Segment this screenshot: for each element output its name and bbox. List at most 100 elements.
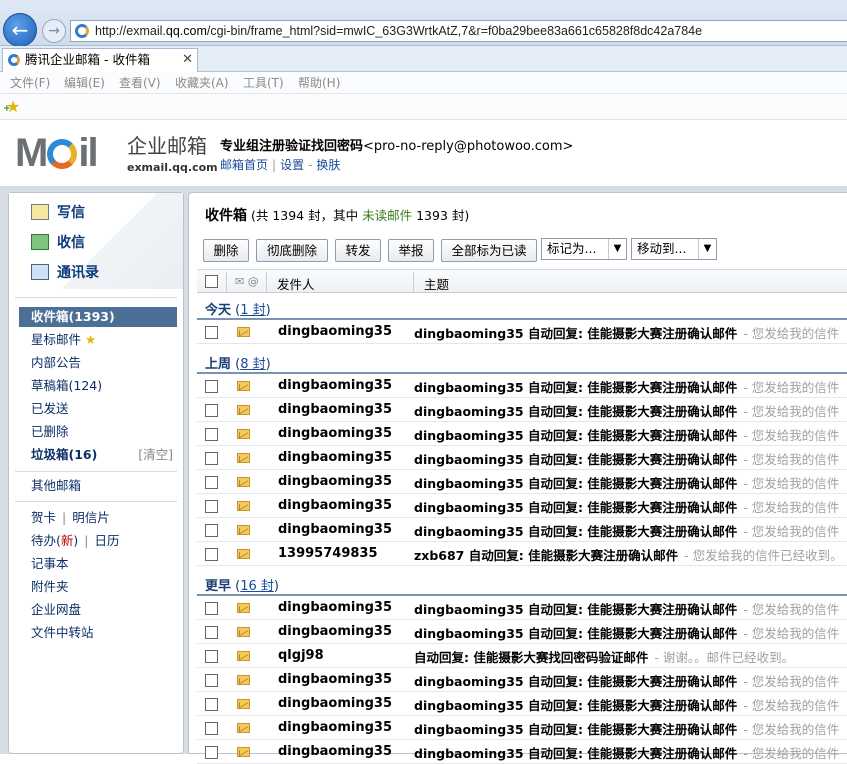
folder-other-mailboxes[interactable]: 其他邮箱 <box>19 476 177 496</box>
mail-sender[interactable]: 13995749835 <box>278 546 378 561</box>
link-skin[interactable]: 换肤 <box>316 158 340 172</box>
forward-mail-button[interactable]: 转发 <box>335 239 381 262</box>
menu-help[interactable]: 帮助(H) <box>298 74 340 91</box>
group-count[interactable]: 16 封 <box>240 579 274 594</box>
forward-button[interactable]: → <box>42 19 66 43</box>
folder-deleted[interactable]: 已删除 <box>19 422 177 442</box>
menu-file[interactable]: 文件(F) <box>10 74 50 91</box>
mail-row[interactable]: dingbaoming35 dingbaoming35 自动回复: 佳能摄影大赛注… <box>197 374 847 398</box>
mail-sender[interactable]: dingbaoming35 <box>278 324 392 339</box>
mail-row[interactable]: dingbaoming35 dingbaoming35 自动回复: 佳能摄影大赛注… <box>197 668 847 692</box>
folder-starred[interactable]: 星标邮件 ★ <box>19 330 177 350</box>
row-checkbox[interactable] <box>205 326 218 339</box>
mail-subject[interactable]: dingbaoming35 自动回复: 佳能摄影大赛注册确认邮件 - 您发给我的信… <box>414 599 839 618</box>
mail-sender[interactable]: dingbaoming35 <box>278 672 392 687</box>
row-checkbox[interactable] <box>205 650 218 663</box>
mail-sender[interactable]: dingbaoming35 <box>278 522 392 537</box>
mail-subject[interactable]: 自动回复: 佳能摄影大赛找回密码验证邮件 - 谢谢。。邮件已经收到。 <box>414 647 794 666</box>
delete-button[interactable]: 删除 <box>203 239 249 262</box>
mail-sender[interactable]: dingbaoming35 <box>278 720 392 735</box>
row-checkbox[interactable] <box>205 626 218 639</box>
mail-subject[interactable]: dingbaoming35 自动回复: 佳能摄影大赛注册确认邮件 - 您发给我的信… <box>414 401 839 420</box>
row-checkbox[interactable] <box>205 602 218 615</box>
mail-sender[interactable]: dingbaoming35 <box>278 744 392 759</box>
link-settings[interactable]: 设置 <box>280 158 304 172</box>
menu-edit[interactable]: 编辑(E) <box>64 74 105 91</box>
mail-subject[interactable]: dingbaoming35 自动回复: 佳能摄影大赛注册确认邮件 - 您发给我的信… <box>414 497 839 516</box>
mail-subject[interactable]: dingbaoming35 自动回复: 佳能摄影大赛注册确认邮件 - 您发给我的信… <box>414 695 839 714</box>
group-count[interactable]: 1 封 <box>240 303 265 318</box>
mail-sender[interactable]: dingbaoming35 <box>278 474 392 489</box>
mail-row[interactable]: dingbaoming35 dingbaoming35 自动回复: 佳能摄影大赛注… <box>197 398 847 422</box>
mail-row[interactable]: dingbaoming35 dingbaoming35 自动回复: 佳能摄影大赛注… <box>197 494 847 518</box>
folder-drafts[interactable]: 草稿箱(124) <box>19 376 177 396</box>
mail-row[interactable]: 13995749835 zxb687 自动回复: 佳能摄影大赛注册确认邮件 - 您发… <box>197 542 847 566</box>
row-checkbox[interactable] <box>205 746 218 759</box>
link-greeting-card[interactable]: 贺卡 <box>31 510 56 525</box>
mail-row[interactable]: dingbaoming35 dingbaoming35 自动回复: 佳能摄影大赛注… <box>197 716 847 740</box>
mail-sender[interactable]: qlgj98 <box>278 648 324 663</box>
row-checkbox[interactable] <box>205 452 218 465</box>
row-checkbox[interactable] <box>205 698 218 711</box>
mark-as-select[interactable]: 标记为... ▼ <box>541 238 627 260</box>
move-to-select[interactable]: 移动到... ▼ <box>631 238 717 260</box>
mail-subject[interactable]: dingbaoming35 自动回复: 佳能摄影大赛注册确认邮件 - 您发给我的信… <box>414 719 839 738</box>
contacts-button[interactable]: 通讯录 <box>31 261 99 285</box>
link-notebook[interactable]: 记事本 <box>19 554 177 574</box>
mail-sender[interactable]: dingbaoming35 <box>278 696 392 711</box>
mail-sender[interactable]: dingbaoming35 <box>278 624 392 639</box>
link-calendar[interactable]: 日历 <box>95 533 120 548</box>
exmail-logo[interactable]: Mil 企业邮箱 exmail.qq.com <box>15 133 218 181</box>
mail-row[interactable]: dingbaoming35 dingbaoming35 自动回复: 佳能摄影大赛注… <box>197 692 847 716</box>
mail-subject[interactable]: dingbaoming35 自动回复: 佳能摄影大赛注册确认邮件 - 您发给我的信… <box>414 743 839 762</box>
mail-sender[interactable]: dingbaoming35 <box>278 426 392 441</box>
mail-row[interactable]: dingbaoming35 dingbaoming35 自动回复: 佳能摄影大赛注… <box>197 620 847 644</box>
receive-button[interactable]: 收信 <box>31 231 85 255</box>
row-checkbox[interactable] <box>205 476 218 489</box>
mail-subject[interactable]: zxb687 自动回复: 佳能摄影大赛注册确认邮件 - 您发给我的信件已经收到。 <box>414 545 843 564</box>
row-checkbox[interactable] <box>205 722 218 735</box>
compose-button[interactable]: 写信 <box>31 201 85 225</box>
row-checkbox[interactable] <box>205 500 218 513</box>
tab-inbox[interactable]: 腾讯企业邮箱 - 收件箱 ✕ <box>2 48 198 72</box>
row-checkbox[interactable] <box>205 404 218 417</box>
unread-link[interactable]: 未读邮件 <box>362 208 412 223</box>
row-checkbox[interactable] <box>205 674 218 687</box>
delete-permanently-button[interactable]: 彻底删除 <box>256 239 328 262</box>
row-checkbox[interactable] <box>205 380 218 393</box>
mail-subject[interactable]: dingbaoming35 自动回复: 佳能摄影大赛注册确认邮件 - 您发给我的信… <box>414 671 839 690</box>
column-subject[interactable]: 主题 <box>424 274 449 293</box>
mail-row[interactable]: dingbaoming35 dingbaoming35 自动回复: 佳能摄影大赛注… <box>197 596 847 620</box>
mail-row[interactable]: dingbaoming35 dingbaoming35 自动回复: 佳能摄影大赛注… <box>197 320 847 344</box>
column-sender[interactable]: 发件人 <box>277 274 315 293</box>
menu-favorites[interactable]: 收藏夹(A) <box>175 74 229 91</box>
mail-row[interactable]: dingbaoming35 dingbaoming35 自动回复: 佳能摄影大赛注… <box>197 518 847 542</box>
mail-row[interactable]: dingbaoming35 dingbaoming35 自动回复: 佳能摄影大赛注… <box>197 446 847 470</box>
close-icon[interactable]: ✕ <box>182 49 193 71</box>
mail-row[interactable]: dingbaoming35 dingbaoming35 自动回复: 佳能摄影大赛注… <box>197 422 847 446</box>
folder-announcements[interactable]: 内部公告 <box>19 353 177 373</box>
mail-sender[interactable]: dingbaoming35 <box>278 450 392 465</box>
link-attachments[interactable]: 附件夹 <box>19 577 177 597</box>
folder-spam[interactable]: 垃圾箱(16) [清空] <box>19 445 177 465</box>
link-postcard[interactable]: 明信片 <box>72 510 110 525</box>
select-all-checkbox[interactable] <box>205 275 218 288</box>
mail-sender[interactable]: dingbaoming35 <box>278 378 392 393</box>
address-bar[interactable]: http://exmail.qq.com/cgi-bin/frame_html?… <box>70 20 847 42</box>
folder-sent[interactable]: 已发送 <box>19 399 177 419</box>
mail-subject[interactable]: dingbaoming35 自动回复: 佳能摄影大赛注册确认邮件 - 您发给我的信… <box>414 623 839 642</box>
mail-subject[interactable]: dingbaoming35 自动回复: 佳能摄影大赛注册确认邮件 - 您发给我的信… <box>414 425 839 444</box>
mail-row[interactable]: dingbaoming35 dingbaoming35 自动回复: 佳能摄影大赛注… <box>197 740 847 764</box>
mail-row[interactable]: dingbaoming35 dingbaoming35 自动回复: 佳能摄影大赛注… <box>197 470 847 494</box>
mail-sender[interactable]: dingbaoming35 <box>278 600 392 615</box>
mail-sender[interactable]: dingbaoming35 <box>278 498 392 513</box>
folder-inbox[interactable]: 收件箱(1393) <box>19 307 177 327</box>
row-checkbox[interactable] <box>205 428 218 441</box>
empty-spam-link[interactable]: [清空] <box>138 445 173 465</box>
back-button[interactable]: ← <box>3 13 37 47</box>
menu-view[interactable]: 查看(V) <box>119 74 161 91</box>
mail-subject[interactable]: dingbaoming35 自动回复: 佳能摄影大赛注册确认邮件 - 您发给我的信… <box>414 449 839 468</box>
mail-subject[interactable]: dingbaoming35 自动回复: 佳能摄影大赛注册确认邮件 - 您发给我的信… <box>414 377 839 396</box>
link-mail-home[interactable]: 邮箱首页 <box>220 158 268 172</box>
row-checkbox[interactable] <box>205 548 218 561</box>
